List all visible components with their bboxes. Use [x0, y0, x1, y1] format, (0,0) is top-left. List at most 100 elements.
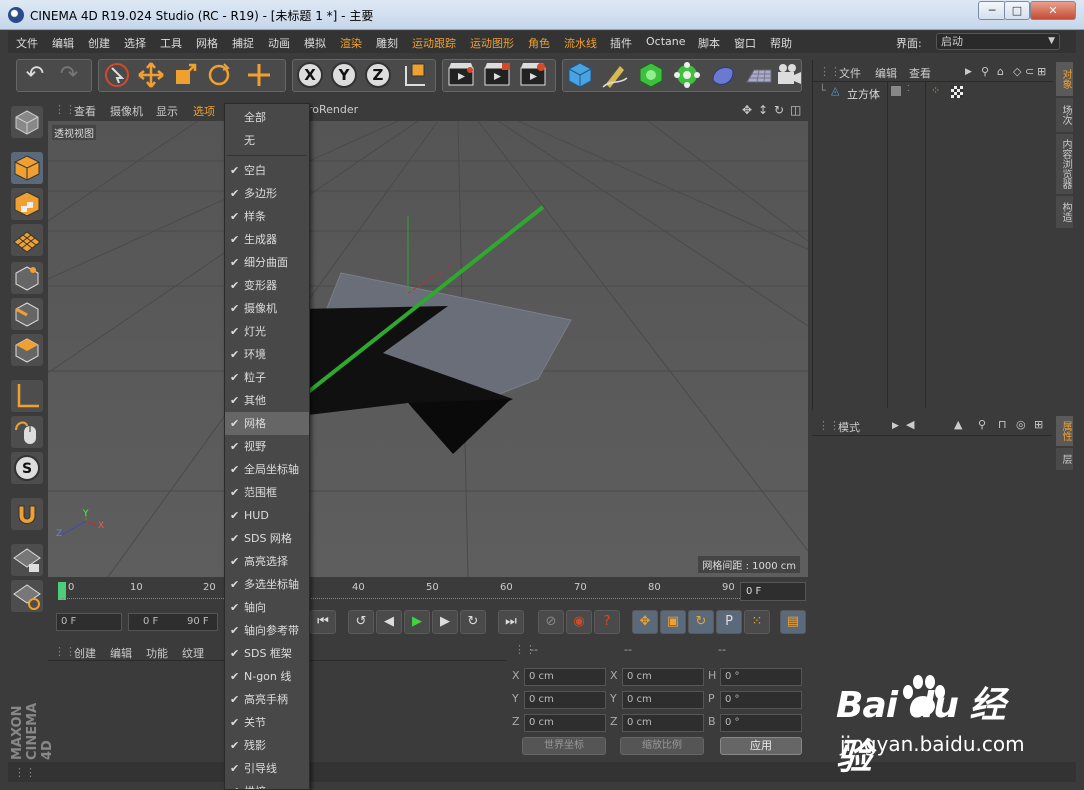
make-editable-icon[interactable] [11, 106, 43, 138]
cube-icon[interactable] [565, 60, 595, 90]
filter-menu-item[interactable]: ✔ 全局坐标轴 [225, 458, 309, 481]
key-points-icon[interactable]: ⁙ [744, 610, 770, 634]
up-arrow-icon[interactable]: ▲ [954, 418, 962, 431]
filter-menu-item[interactable]: ✔ 轴向参考带 [225, 619, 309, 642]
maximize-button[interactable]: □ [1004, 1, 1030, 20]
menu-octane[interactable]: Octane [646, 35, 686, 48]
menu-create[interactable]: 创建 [88, 35, 110, 51]
new-panel-icon[interactable]: ⊞ [1037, 65, 1046, 78]
key-parameter-icon[interactable]: P [716, 610, 742, 634]
render-settings-icon[interactable] [518, 60, 548, 90]
position-y-field[interactable]: 0 cm [524, 691, 606, 709]
camera-icon[interactable] [774, 60, 804, 90]
keyframe-selection-icon[interactable]: ? [594, 610, 620, 634]
tab-layers[interactable]: 层 [1056, 448, 1073, 470]
filter-menu-item[interactable]: ✔ SDS 框架 [225, 642, 309, 665]
position-x-field[interactable]: 0 cm [524, 668, 606, 686]
filter-menu-item[interactable]: ✔ 视野 [225, 435, 309, 458]
z-axis-lock-icon[interactable]: Z [363, 60, 393, 90]
layout-dropdown[interactable]: 启动 ▼ [936, 33, 1060, 50]
menu-mograph[interactable]: 运动图形 [470, 35, 514, 51]
size-y-field[interactable]: 0 cm [622, 691, 704, 709]
enable-axis-icon[interactable] [11, 380, 43, 412]
size-z-field[interactable]: 0 cm [622, 714, 704, 732]
key-scale-icon[interactable]: ▣ [660, 610, 686, 634]
texture-mode-icon[interactable] [11, 188, 43, 220]
filter-menu-item[interactable]: ✔ 网格 [225, 412, 309, 435]
scale-mode-dropdown[interactable]: 缩放比例 [620, 737, 704, 755]
array-icon[interactable] [672, 60, 702, 90]
menu-simulate[interactable]: 模拟 [304, 35, 326, 51]
viewport-menu-display[interactable]: 显示 [156, 103, 178, 119]
material-menu-edit[interactable]: 编辑 [110, 645, 132, 661]
autokey-icon[interactable]: ◉ [566, 610, 592, 634]
viewport-menu-camera[interactable]: 摄像机 [110, 103, 143, 119]
solo-mode-icon[interactable]: S [11, 452, 43, 484]
new-panel-icon[interactable]: ⊞ [1034, 418, 1043, 431]
filter-menu-item[interactable]: ✔ 空白 [225, 159, 309, 182]
go-to-end-icon[interactable]: ⏭ [498, 610, 524, 634]
coordinate-space-dropdown[interactable]: 世界坐标 [522, 737, 606, 755]
snap-magnet-icon[interactable] [11, 498, 43, 530]
filter-menu-item[interactable]: ✔ 其他 [225, 389, 309, 412]
rotation-h-field[interactable]: 0 ° [720, 668, 802, 686]
move-icon[interactable] [136, 60, 166, 90]
menu-mesh[interactable]: 网格 [196, 35, 218, 51]
material-menu-create[interactable]: 创建 [74, 645, 96, 661]
phong-tag-icon[interactable]: ⁘ [931, 84, 940, 97]
perspective-viewport[interactable]: 透视视图 Y X Z 网格间距 : 1000 cm [48, 121, 808, 577]
render-picture-viewer-icon[interactable] [482, 60, 512, 90]
filter-menu-item[interactable]: ✔ 多边形 [225, 182, 309, 205]
scale-icon[interactable] [170, 60, 200, 90]
move-view-icon[interactable]: ✥ [742, 103, 752, 117]
current-frame-field[interactable]: 0 F [740, 582, 806, 601]
tab-takes[interactable]: 场次 [1056, 98, 1073, 132]
key-position-icon[interactable]: ✥ [632, 610, 658, 634]
viewport-menu-options[interactable]: 选项 [193, 103, 215, 119]
deformer-icon[interactable] [708, 60, 738, 90]
floor-icon[interactable] [744, 60, 774, 90]
object-menu-edit[interactable]: 编辑 [875, 65, 897, 81]
material-tag-icon[interactable] [951, 86, 963, 98]
toggle-view-icon[interactable]: ◫ [790, 103, 801, 117]
filter-menu-item[interactable]: ✔ 变形器 [225, 274, 309, 297]
rotate-view-icon[interactable]: ↻ [774, 103, 784, 117]
undo-icon[interactable]: ↶ [20, 60, 50, 90]
filter-menu-item[interactable]: ✔ 粒子 [225, 366, 309, 389]
menu-character[interactable]: 角色 [528, 35, 550, 51]
menu-edit[interactable]: 编辑 [52, 35, 74, 51]
link-icon[interactable]: ⊂ [1025, 65, 1034, 78]
workplane-icon[interactable] [11, 580, 43, 612]
menu-help[interactable]: 帮助 [770, 35, 792, 51]
object-menu-file[interactable]: 文件 [839, 65, 861, 81]
rotate-icon[interactable] [204, 60, 234, 90]
object-row-cube[interactable]: └ ◬ 立方体 ⁚ ⁘ [813, 82, 1053, 102]
rotation-p-field[interactable]: 0 ° [720, 691, 802, 709]
timeline-window-icon[interactable]: ▤ [780, 610, 806, 634]
position-z-field[interactable]: 0 cm [524, 714, 606, 732]
filter-menu-item[interactable]: ✔ 样条 [225, 205, 309, 228]
home-icon[interactable]: ⌂ [997, 65, 1004, 78]
lock-icon[interactable]: ⊓ [998, 418, 1007, 431]
tab-attributes[interactable]: 属性 [1056, 416, 1073, 446]
points-mode-icon[interactable] [11, 262, 43, 294]
tab-structure[interactable]: 构造 [1056, 196, 1073, 228]
filter-menu-item[interactable]: ✔ 细分曲面 [225, 251, 309, 274]
material-menu-function[interactable]: 功能 [146, 645, 168, 661]
menu-file[interactable]: 文件 [16, 35, 38, 51]
filter-menu-item[interactable]: ✔ 环境 [225, 343, 309, 366]
chevron-right-icon[interactable]: ▶ [892, 421, 899, 431]
search-icon[interactable]: ⚲ [981, 65, 989, 78]
edges-mode-icon[interactable] [11, 298, 43, 330]
filter-menu-item[interactable]: ✔ 关节 [225, 711, 309, 734]
play-icon[interactable]: ▶ [404, 610, 430, 634]
viewport-menu-prorender[interactable]: roRender [308, 103, 358, 116]
render-view-icon[interactable] [446, 60, 476, 90]
up-icon[interactable]: ◇ [1013, 65, 1021, 78]
zoom-view-icon[interactable]: ↕ [758, 103, 768, 117]
menu-select[interactable]: 选择 [124, 35, 146, 51]
go-to-start-icon[interactable]: ⏮ [310, 610, 336, 634]
filter-menu-item[interactable]: ✔ 轴向 [225, 596, 309, 619]
transform-icon[interactable] [244, 60, 274, 90]
preview-range-slider[interactable]: 0 F 90 F [128, 613, 218, 631]
